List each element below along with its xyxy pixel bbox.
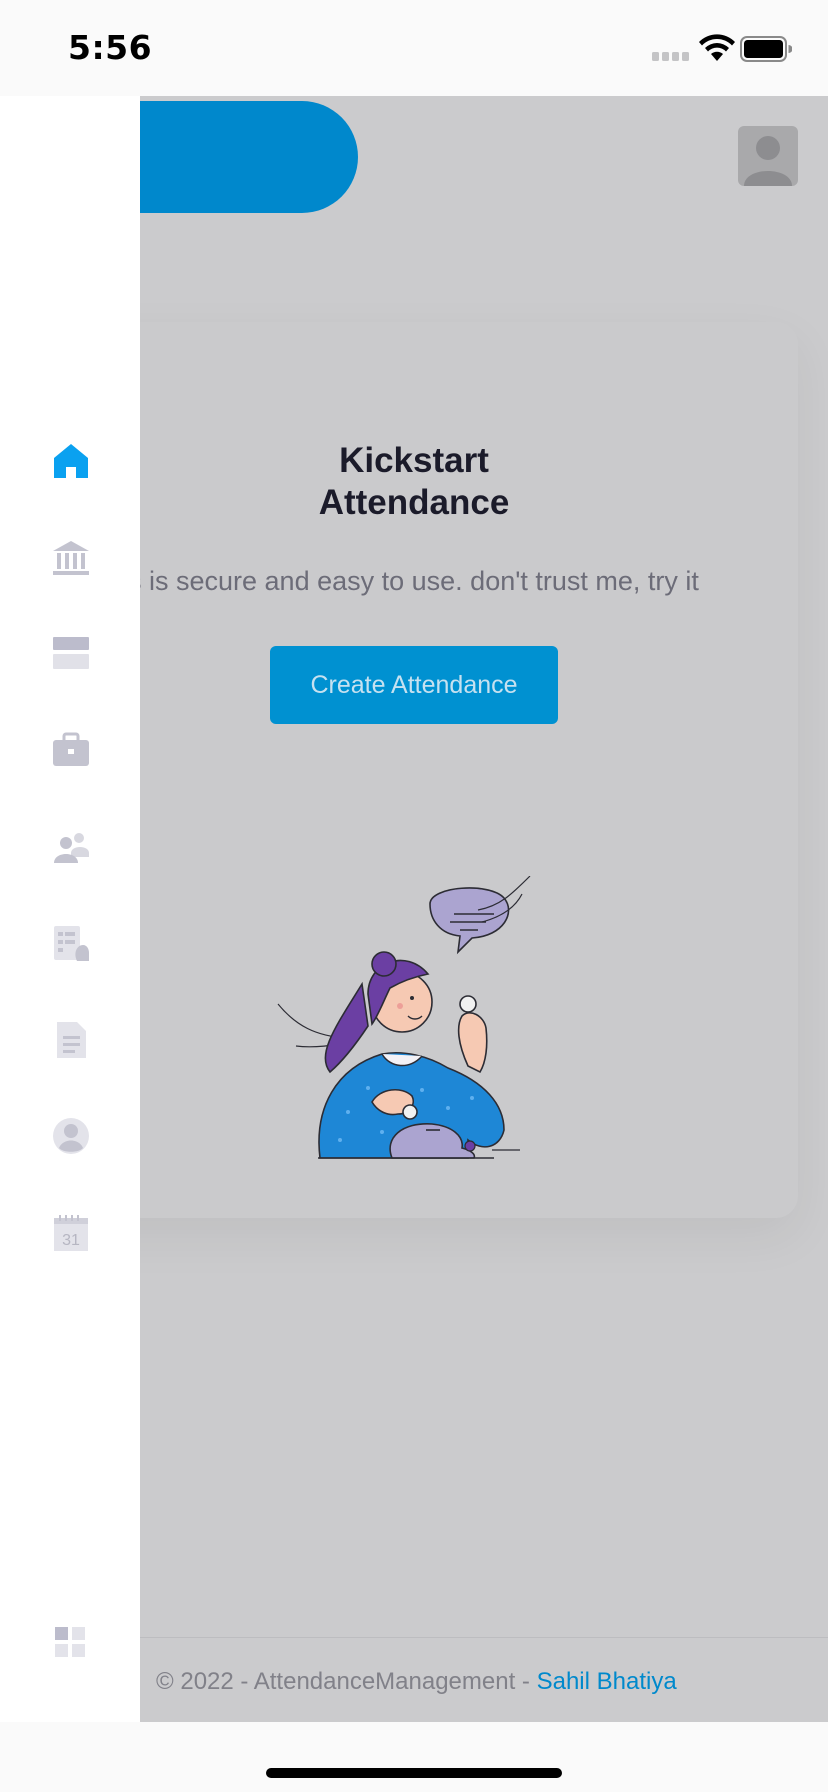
footer-text: © 2022 - AttendanceManagement -	[156, 1668, 537, 1695]
card-icon	[53, 637, 89, 669]
home-indicator[interactable]	[266, 1768, 562, 1778]
navigation-drawer: 31	[0, 96, 140, 1722]
footer-divider	[140, 1637, 828, 1638]
home-icon	[54, 444, 88, 478]
document-icon	[57, 1022, 86, 1058]
calendar-day-label: 31	[62, 1232, 80, 1249]
grid-icon[interactable]	[54, 1626, 86, 1658]
nav-tasks[interactable]	[50, 922, 92, 964]
briefcase-icon	[53, 732, 89, 766]
users-icon	[54, 833, 89, 863]
nav-calendar[interactable]: 31	[50, 1212, 92, 1254]
signal-icon	[652, 52, 689, 61]
wifi-icon	[699, 34, 735, 61]
card-subtitle: s is secure and easy to use. don't trust…	[128, 566, 699, 596]
nav-cards[interactable]	[50, 632, 92, 674]
nav-home[interactable]	[50, 440, 92, 482]
calendar-icon: 31	[54, 1215, 88, 1251]
home-indicator-area	[0, 1722, 828, 1792]
checklist-icon	[54, 926, 89, 961]
nav-documents[interactable]	[50, 1019, 92, 1061]
bank-icon	[53, 541, 89, 575]
user-avatar-icon[interactable]	[738, 126, 798, 186]
nav-people[interactable]	[50, 826, 92, 868]
nav-institution[interactable]	[50, 537, 92, 579]
nav-profile[interactable]	[50, 1115, 92, 1157]
nav-work[interactable]	[50, 728, 92, 770]
battery-icon	[740, 36, 792, 62]
user-circle-icon	[53, 1118, 89, 1154]
footer-author-link[interactable]: Sahil Bhatiya	[537, 1668, 677, 1695]
create-attendance-button[interactable]: Create Attendance	[270, 646, 558, 724]
status-time: 5:56	[68, 28, 153, 67]
footer: © 2022 - AttendanceManagement - Sahil Bh…	[156, 1668, 677, 1696]
status-bar: 5:56	[0, 0, 828, 96]
savings-illustration	[277, 876, 531, 1159]
